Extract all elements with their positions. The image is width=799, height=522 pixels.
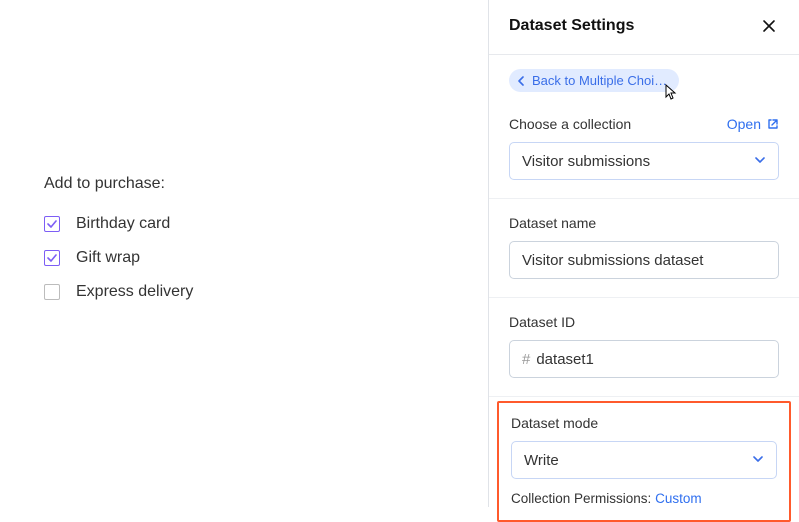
panel-title: Dataset Settings xyxy=(509,17,634,35)
permissions-row: Collection Permissions: Custom xyxy=(511,491,777,506)
dataset-name-input[interactable] xyxy=(509,241,779,279)
close-icon xyxy=(762,19,776,33)
purchase-heading: Add to purchase: xyxy=(44,175,488,193)
open-link-text: Open xyxy=(727,116,761,132)
back-button[interactable]: Back to Multiple Choi… xyxy=(509,69,679,92)
dataset-name-section: Dataset name xyxy=(489,199,799,298)
collection-select[interactable]: Visitor submissions xyxy=(509,142,779,180)
dataset-id-label: Dataset ID xyxy=(509,314,575,330)
dataset-name-label: Dataset name xyxy=(509,215,596,231)
collection-label: Choose a collection xyxy=(509,116,631,132)
hash-icon: # xyxy=(522,351,530,368)
checkbox-express[interactable] xyxy=(44,284,60,300)
dataset-mode-value: Write xyxy=(524,452,559,469)
main-content: Add to purchase: Birthday card Gift wrap… xyxy=(0,0,488,507)
option-label: Birthday card xyxy=(76,215,170,233)
checkbox-giftwrap[interactable] xyxy=(44,250,60,266)
chevron-left-icon xyxy=(517,76,526,86)
checkbox-birthday[interactable] xyxy=(44,216,60,232)
panel-header: Dataset Settings xyxy=(489,0,799,55)
permissions-label: Collection Permissions: xyxy=(511,491,651,506)
external-link-icon xyxy=(767,118,779,130)
dataset-mode-label: Dataset mode xyxy=(511,415,598,431)
chevron-down-icon xyxy=(752,452,764,469)
settings-panel: Dataset Settings Back to Multiple Choi… … xyxy=(488,0,799,507)
option-row-express: Express delivery xyxy=(44,283,488,301)
back-row: Back to Multiple Choi… xyxy=(489,55,799,100)
dataset-id-section: Dataset ID # dataset1 xyxy=(489,298,799,397)
option-row-giftwrap: Gift wrap xyxy=(44,249,488,267)
dataset-mode-select[interactable]: Write xyxy=(511,441,777,479)
option-row-birthday: Birthday card xyxy=(44,215,488,233)
option-label: Gift wrap xyxy=(76,249,140,267)
collection-value: Visitor submissions xyxy=(522,153,650,170)
back-label: Back to Multiple Choi… xyxy=(532,73,667,88)
permissions-link[interactable]: Custom xyxy=(655,491,702,506)
collection-section: Choose a collection Open Visitor submiss… xyxy=(489,100,799,199)
option-label: Express delivery xyxy=(76,283,193,301)
dataset-id-input[interactable]: # dataset1 xyxy=(509,340,779,378)
dataset-id-value: dataset1 xyxy=(536,351,594,368)
dataset-mode-section: Dataset mode Write Collection Permission… xyxy=(497,401,791,522)
close-button[interactable] xyxy=(759,16,779,36)
open-collection-link[interactable]: Open xyxy=(727,116,779,132)
chevron-down-icon xyxy=(754,153,766,170)
